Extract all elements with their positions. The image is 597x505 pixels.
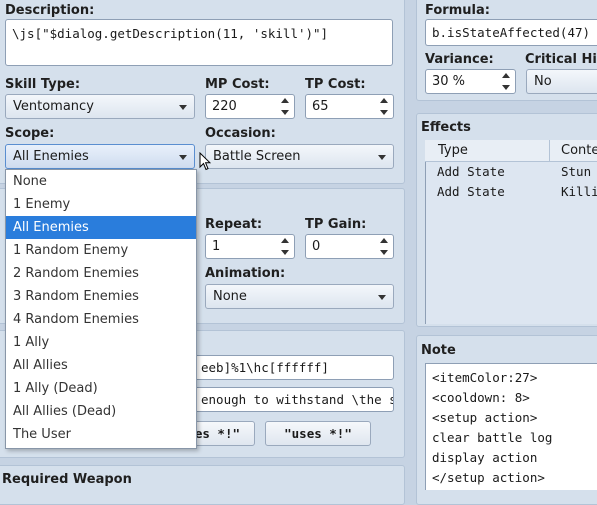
note-line: <cooldown: 8> [432, 390, 530, 405]
mp-cost-value: 220 [212, 99, 237, 114]
skill-type-value: Ventomancy [13, 99, 94, 114]
description-field[interactable]: \js["$dialog.getDescription(11, 'skill')… [5, 19, 393, 66]
mp-cost-label: MP Cost: [205, 77, 270, 92]
tp-gain-value: 0 [312, 239, 321, 254]
mp-cost-stepper[interactable]: 220 [205, 94, 295, 119]
message-line2-value: enough to withstand \the sto [201, 392, 394, 407]
effect-content: Killi [561, 184, 597, 199]
scope-value: All Enemies [13, 149, 89, 164]
formula-label: Formula: [425, 3, 490, 18]
triangle-up-icon[interactable] [281, 98, 289, 103]
message-template-button-2-label: "uses *!" [284, 426, 352, 441]
note-textarea[interactable]: <itemColor:27> <cooldown: 8> <setup acti… [425, 363, 597, 490]
scope-option[interactable]: 4 Random Enemies [6, 308, 196, 331]
spin-arrows[interactable] [280, 238, 290, 255]
scope-option[interactable]: 3 Random Enemies [6, 285, 196, 308]
variance-label: Variance: [425, 52, 494, 67]
note-line: </setup action> [432, 470, 545, 485]
animation-value: None [213, 289, 247, 304]
effects-col-type[interactable]: Type [438, 143, 468, 158]
column-divider [549, 140, 550, 162]
triangle-down-icon[interactable] [281, 110, 289, 115]
scope-option[interactable]: None [6, 170, 196, 193]
scope-option[interactable]: 2 Random Enemies [6, 262, 196, 285]
mouse-pointer-icon [199, 152, 211, 171]
spin-arrows[interactable] [379, 238, 389, 255]
formula-value: b.isStateAffected(47) ? 2 [432, 25, 597, 40]
table-row[interactable]: Add State Stun [425, 162, 597, 182]
scope-option-selected[interactable]: All Enemies [6, 216, 196, 239]
critical-hits-select[interactable]: No [526, 69, 597, 94]
critical-hits-label: Critical Hit [525, 52, 597, 67]
note-line: clear battle log [432, 430, 553, 445]
scope-label: Scope: [5, 126, 55, 141]
scope-option[interactable]: 1 Enemy [6, 193, 196, 216]
critical-hits-value: No [534, 74, 552, 89]
triangle-down-icon[interactable] [502, 85, 510, 90]
variance-value: 30 % [432, 74, 466, 89]
chevron-down-icon [179, 104, 187, 110]
triangle-down-icon[interactable] [281, 250, 289, 255]
tp-cost-label: TP Cost: [305, 77, 366, 92]
triangle-down-icon[interactable] [380, 250, 388, 255]
occasion-label: Occasion: [205, 126, 276, 141]
triangle-up-icon[interactable] [502, 73, 510, 78]
scope-option[interactable]: All Allies (Dead) [6, 400, 196, 423]
triangle-up-icon[interactable] [380, 238, 388, 243]
occasion-select[interactable]: Battle Screen [205, 144, 394, 169]
tp-gain-label: TP Gain: [305, 217, 367, 232]
spin-arrows[interactable] [501, 73, 511, 90]
skill-type-label: Skill Type: [5, 77, 81, 92]
scope-option[interactable]: 1 Ally [6, 331, 196, 354]
note-line: <setup action> [432, 410, 538, 425]
animation-label: Animation: [205, 266, 286, 281]
tp-gain-stepper[interactable]: 0 [305, 234, 394, 259]
description-label: Description: [5, 3, 95, 18]
tp-cost-stepper[interactable]: 65 [305, 94, 394, 119]
table-row[interactable]: Add State Killi [425, 182, 597, 202]
message-line1-value: eeb]%1\hc[ffffff] [201, 360, 329, 375]
effect-type: Add State [437, 184, 505, 199]
effect-type: Add State [437, 164, 505, 179]
scope-option[interactable]: The User [6, 423, 196, 446]
tp-cost-value: 65 [312, 99, 329, 114]
spin-arrows[interactable] [379, 98, 389, 115]
triangle-up-icon[interactable] [281, 238, 289, 243]
repeat-stepper[interactable]: 1 [205, 234, 295, 259]
chevron-down-icon [378, 154, 386, 160]
triangle-up-icon[interactable] [380, 98, 388, 103]
variance-stepper[interactable]: 30 % [425, 69, 516, 94]
note-label: Note [421, 343, 456, 358]
scope-option[interactable]: 1 Ally (Dead) [6, 377, 196, 400]
repeat-label: Repeat: [205, 217, 263, 232]
note-line: <itemColor:27> [432, 370, 538, 385]
effects-table-header: Type Conte [425, 140, 597, 162]
skill-type-select[interactable]: Ventomancy [5, 94, 195, 119]
spin-arrows[interactable] [280, 98, 290, 115]
chevron-down-icon [179, 154, 187, 160]
effect-content: Stun [561, 164, 592, 179]
scope-option[interactable]: All Allies [6, 354, 196, 377]
repeat-value: 1 [212, 239, 221, 254]
chevron-down-icon [378, 294, 386, 300]
animation-select[interactable]: None [205, 284, 394, 309]
required-weapon-label: Required Weapon [2, 472, 132, 487]
triangle-down-icon[interactable] [380, 110, 388, 115]
message-template-button-2[interactable]: "uses *!" [265, 421, 371, 446]
note-line: display action [432, 450, 538, 465]
formula-input[interactable]: b.isStateAffected(47) ? 2 [425, 19, 597, 46]
effects-col-content[interactable]: Conte [561, 143, 597, 158]
scope-select[interactable]: All Enemies [5, 144, 195, 169]
effects-label: Effects [421, 120, 471, 135]
scope-option[interactable]: 1 Random Enemy [6, 239, 196, 262]
scope-dropdown-list[interactable]: None 1 Enemy All Enemies 1 Random Enemy … [5, 169, 197, 449]
occasion-value: Battle Screen [213, 149, 301, 164]
